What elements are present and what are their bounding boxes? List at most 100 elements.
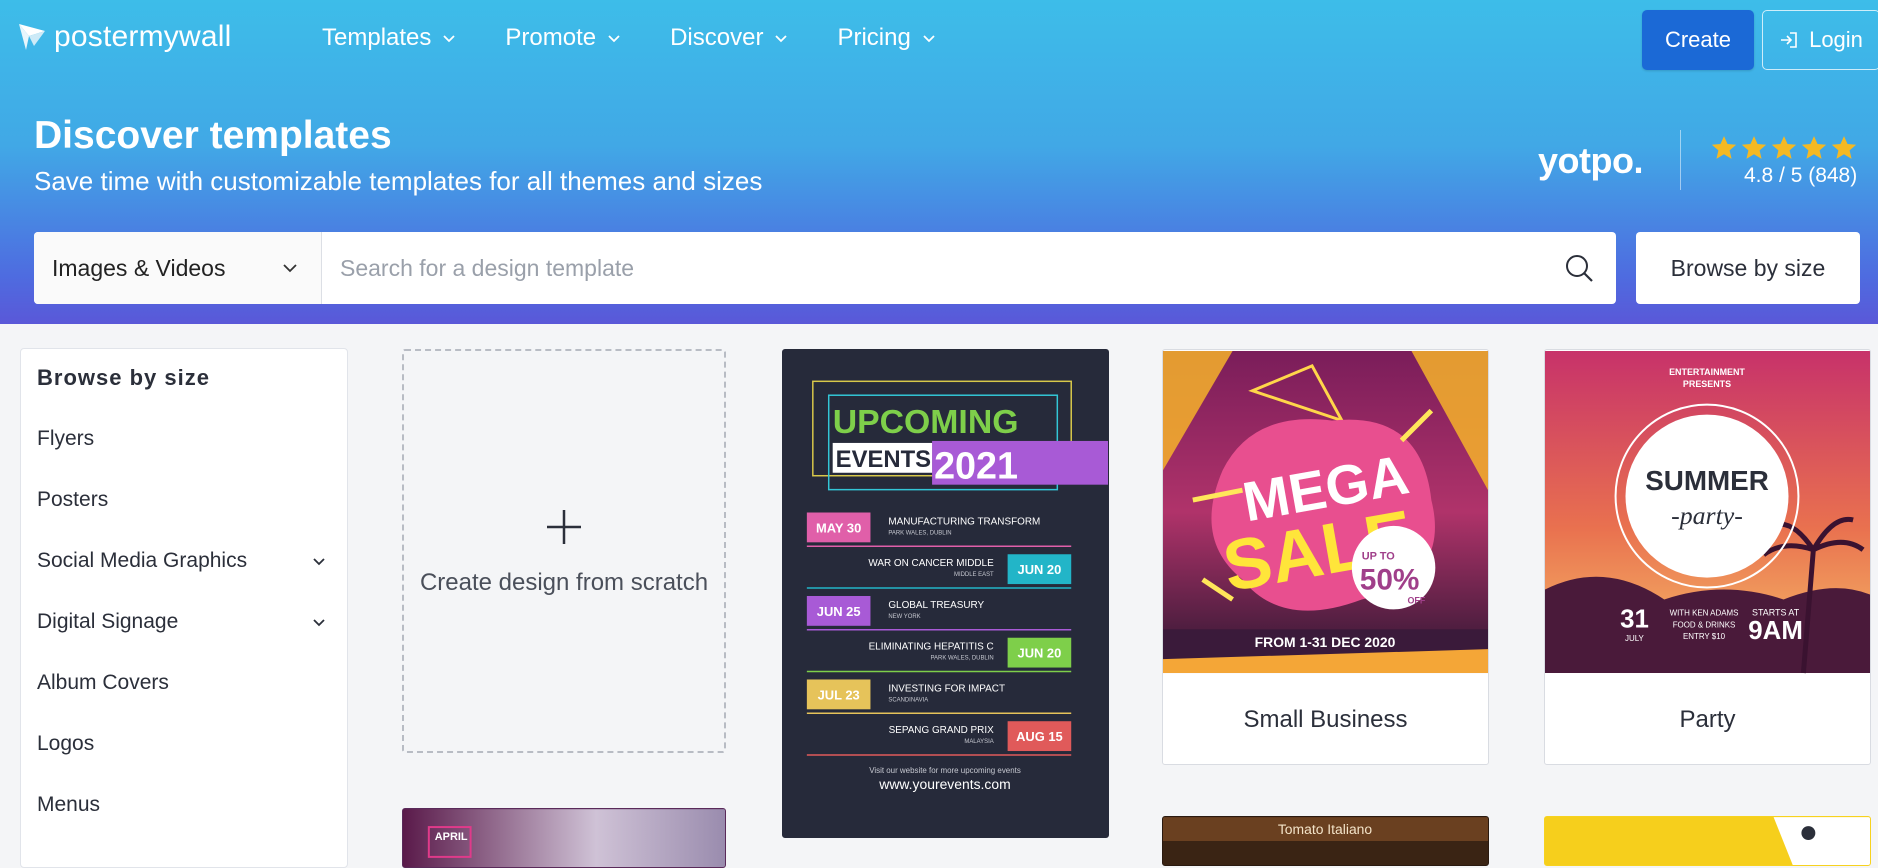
login-label: Login (1809, 27, 1863, 52)
sale-dates: FROM 1-31 DEC 2020 (1255, 634, 1396, 650)
events-title-2: EVENTS (836, 446, 931, 473)
party-info-1: WITH KEN ADAMS (1670, 608, 1739, 617)
media-type-select[interactable]: Images & Videos (34, 232, 322, 304)
event-date: JUN 20 (1018, 562, 1062, 577)
chevron-down-icon (608, 35, 620, 43)
template-card-small-business[interactable]: MEGA SALE UP TO 50% OFF FROM 1-31 DEC 20… (1162, 349, 1489, 765)
yotpo-logo[interactable]: yotpo. (1538, 140, 1643, 182)
media-type-label: Images & Videos (52, 254, 226, 281)
events-footer-url: www.yourevents.com (878, 776, 1010, 792)
page-subtitle: Save time with customizable templates fo… (34, 166, 763, 196)
sale-upto: UP TO (1362, 551, 1395, 563)
template-card-upcoming-events[interactable]: UPCOMING EVENTS 2021 MAY 30 MANUFACTURING… (782, 349, 1109, 838)
sale-percent: 50% (1360, 564, 1420, 597)
sidebar-item-label: Menus (37, 793, 101, 816)
event-place: PARK WALES, DUBLIN (931, 656, 994, 662)
star-icon (1801, 136, 1827, 159)
event-date: JUN 25 (817, 604, 861, 619)
event-place: MALAYSIA (964, 739, 993, 745)
event-place: PARK WALES, DUBLIN (888, 530, 951, 536)
sidebar-item-flyers[interactable]: Flyers (37, 419, 327, 459)
nav-promote[interactable]: Promote (505, 24, 622, 52)
events-title-1: UPCOMING (833, 403, 1019, 441)
sidebar-item-label: Social Media Graphics (37, 549, 248, 572)
sidebar-item-label: Album Covers (37, 671, 169, 694)
events-year: 2021 (934, 446, 1018, 488)
nav-label: Discover (670, 24, 764, 51)
sidebar-item-menus[interactable]: Menus (37, 785, 327, 825)
party-party: -party- (1671, 501, 1743, 530)
event-date: JUL 23 (818, 687, 860, 702)
nav-pricing[interactable]: Pricing (837, 24, 936, 52)
star-icon (1741, 136, 1767, 159)
event-date: JUN 20 (1018, 646, 1062, 661)
create-from-scratch-label: Create design from scratch (419, 569, 709, 596)
main-nav: Templates Promote Discover Pricing (322, 24, 937, 52)
search-bar: Images & Videos (34, 232, 1616, 304)
sidebar-item-social-media-graphics[interactable]: Social Media Graphics (37, 541, 327, 581)
template-card-yellow[interactable] (1544, 816, 1871, 866)
logo-text: postermywall (54, 20, 232, 53)
chevron-down-icon[interactable] (311, 553, 327, 569)
party-day: 31 (1620, 605, 1649, 633)
divider (1680, 130, 1681, 190)
search-input[interactable] (322, 232, 1562, 304)
sidebar-title: Browse by size (37, 365, 210, 390)
create-button[interactable]: Create (1642, 10, 1754, 70)
event-title: INVESTING FOR IMPACT (888, 683, 1005, 694)
chevron-down-icon (283, 264, 297, 273)
nav-discover[interactable]: Discover (670, 24, 789, 52)
chevron-down-icon[interactable] (311, 614, 327, 630)
sale-off: OFF (1407, 595, 1425, 605)
template-category-label: Small Business (1243, 706, 1408, 733)
chevron-down-icon (923, 35, 935, 43)
template-thumbnail: MEGA SALE UP TO 50% OFF FROM 1-31 DEC 20… (1163, 350, 1488, 674)
template-thumbnail: Tomato Italiano (1163, 817, 1488, 865)
template-category-label: Party (1679, 706, 1736, 733)
sidebar-item-label: Posters (37, 488, 109, 511)
event-place: MIDDLE EAST (954, 572, 994, 578)
party-month: JULY (1625, 634, 1645, 643)
template-card-party[interactable]: ENTERTAINMENT PRESENTS SUMMER -party- 31… (1544, 349, 1871, 765)
party-presents-1: ENTERTAINMENT (1669, 367, 1745, 377)
event-date: AUG 15 (1016, 729, 1063, 744)
party-presents-2: PRESENTS (1683, 379, 1731, 389)
party-starts: STARTS AT (1752, 607, 1800, 617)
chevron-down-icon (443, 35, 456, 43)
party-summer: SUMMER (1645, 465, 1769, 496)
star-icon (1771, 136, 1797, 159)
nav-label: Pricing (837, 24, 911, 51)
sidebar-item-label: Logos (37, 732, 95, 755)
event-title: ELIMINATING HEPATITIS C (869, 642, 994, 653)
page-title: Discover templates (34, 114, 392, 157)
template-thumbnail (1545, 817, 1870, 865)
plus-icon (547, 510, 581, 544)
event-place: SCANDINAVIA (888, 697, 928, 703)
sidebar: Browse by size Flyers Posters Social Med… (20, 348, 348, 868)
create-from-scratch-card[interactable]: Create design from scratch (402, 349, 726, 753)
sidebar-item-digital-signage[interactable]: Digital Signage (37, 602, 327, 642)
event-title: WAR ON CANCER MIDDLE (868, 558, 994, 569)
paper-plane-logo-icon (19, 24, 45, 50)
nav-label: Promote (505, 24, 597, 51)
event-date: MAY 30 (816, 520, 861, 535)
event-title: GLOBAL TREASURY (888, 600, 984, 611)
star-icon (1711, 136, 1737, 159)
template-card-april[interactable]: APRIL (402, 808, 726, 868)
template-thumbnail: UPCOMING EVENTS 2021 MAY 30 MANUFACTURING… (783, 351, 1108, 837)
login-button[interactable]: Login (1762, 10, 1878, 70)
event-title: MANUFACTURING TRANSFORM (888, 516, 1040, 527)
party-info-3: ENTRY $10 (1683, 632, 1726, 641)
event-place: NEW YORK (888, 614, 920, 620)
sidebar-item-posters[interactable]: Posters (37, 480, 327, 520)
browse-by-size-button[interactable]: Browse by size (1636, 232, 1860, 304)
sidebar-item-album-covers[interactable]: Album Covers (37, 663, 327, 703)
april-label: APRIL (435, 831, 468, 843)
sidebar-item-logos[interactable]: Logos (37, 724, 327, 764)
search-icon[interactable] (1562, 251, 1596, 285)
nav-templates[interactable]: Templates (322, 24, 457, 52)
template-card-tomato[interactable]: Tomato Italiano (1162, 816, 1489, 866)
logo[interactable]: postermywall (18, 20, 231, 54)
sidebar-item-label: Flyers (37, 427, 95, 450)
hero-banner: postermywall Templates Promote Discover … (0, 0, 1878, 324)
